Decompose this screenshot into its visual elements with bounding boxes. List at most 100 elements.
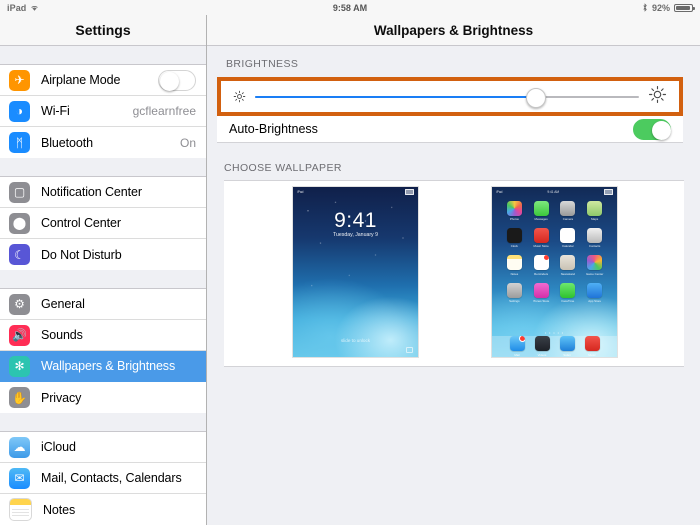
- settings-sidebar: Settings ✈ Airplane Mode ◑ Wi-Fi gcflearnfre…: [0, 15, 207, 525]
- app-label: iTunes Store: [532, 298, 550, 303]
- large-sun-icon: [648, 85, 667, 109]
- auto-brightness-row[interactable]: Auto-Brightness: [217, 116, 683, 143]
- sidebar-group: ⚙ General 🔊 Sounds ✻ Wallpapers & Brightness ✋…: [0, 289, 206, 413]
- flower-icon: ✻: [9, 355, 30, 377]
- sidebar-item-label: Notes: [43, 502, 76, 517]
- sidebar-item-label: Airplane Mode: [41, 73, 121, 87]
- status-bar-right: 92%: [642, 2, 695, 13]
- home-app: Contacts: [581, 228, 608, 248]
- sidebar-item-bluetooth[interactable]: ᛗ Bluetooth On: [0, 127, 206, 158]
- app-label: Music: [588, 352, 596, 357]
- sidebar-item-value: On: [179, 135, 196, 150]
- sidebar-item-control-center[interactable]: ⬤ Control Center: [0, 208, 206, 239]
- home-app: Music Store: [528, 228, 555, 248]
- home-app: Camera: [555, 201, 582, 221]
- bluetooth-icon: ᛗ: [9, 132, 30, 153]
- slider-fill: [255, 95, 536, 98]
- home-app: Clock: [501, 228, 528, 248]
- home-app: iTunes Store: [528, 282, 555, 303]
- sidebar-item-airplane-mode[interactable]: ✈ Airplane Mode: [0, 65, 206, 96]
- sidebar-item-label: Mail, Contacts, Calendars: [41, 471, 182, 485]
- lockscreen-date: Tuesday, January 9: [333, 232, 378, 238]
- notes-icon: [506, 255, 522, 271]
- notes-icon: [9, 498, 32, 521]
- music-store-icon: [533, 228, 549, 244]
- home-app: Reminders: [528, 255, 555, 276]
- app-label: Clock: [510, 244, 518, 249]
- status-bar: iPad 9:58 AM 92%: [0, 0, 700, 15]
- dock-app: Mail: [509, 336, 525, 357]
- sidebar-item-icloud[interactable]: ☁ iCloud: [0, 432, 206, 463]
- sidebar-item-notification-center[interactable]: ▢ Notification Center: [0, 177, 206, 208]
- calendar-icon: [560, 228, 576, 244]
- app-label: App Store: [588, 298, 602, 303]
- sidebar-item-privacy[interactable]: ✋ Privacy: [0, 382, 206, 413]
- speaker-icon: 🔊: [9, 324, 30, 346]
- sidebar-group-separator: [0, 413, 206, 432]
- home-app: Maps: [581, 201, 608, 221]
- sidebar-item-notes[interactable]: Notes: [0, 494, 206, 525]
- app-label: Maps: [591, 217, 599, 222]
- newsstand-icon: [560, 255, 576, 271]
- brightness-slider-row[interactable]: [217, 77, 683, 116]
- cloud-icon: ☁: [9, 436, 30, 458]
- homescreen-battery-icon: [604, 189, 613, 195]
- sidebar-item-label: Privacy: [41, 390, 82, 405]
- safari-icon: [559, 336, 575, 352]
- sidebar-item-do-not-disturb[interactable]: ☾ Do Not Disturb: [0, 239, 206, 270]
- home-screen-wallpaper-thumbnail[interactable]: iPad 9:41 AM Photos Messages Camera Maps Clo…: [492, 187, 617, 357]
- sidebar-title: Settings: [0, 15, 206, 46]
- app-label: Reminders: [534, 271, 549, 276]
- sidebar-group-list: ✈ Airplane Mode ◑ Wi-Fi gcflearnfree ᛗ Bluetoo…: [0, 46, 206, 525]
- hand-icon: ✋: [9, 387, 30, 408]
- auto-brightness-toggle[interactable]: [633, 118, 671, 140]
- sidebar-item-wallpapers-brightness[interactable]: ✻ Wallpapers & Brightness: [0, 351, 206, 382]
- sidebar-item-label: Wallpapers & Brightness: [41, 359, 176, 373]
- slider-thumb[interactable]: [526, 87, 547, 108]
- app-badge: [542, 255, 549, 262]
- sidebar-item-mail-contacts-calendars[interactable]: ✉ Mail, Contacts, Calendars: [0, 463, 206, 494]
- camera-icon: [406, 347, 413, 353]
- bluetooth-icon: [643, 3, 647, 12]
- page-dots: • • • • •: [544, 331, 565, 335]
- reminders-icon: [533, 255, 549, 271]
- sidebar-item-label: Do Not Disturb: [41, 247, 122, 262]
- lockscreen-battery-icon: [405, 189, 414, 195]
- sidebar-group-separator: [0, 270, 206, 289]
- home-app: Notes: [501, 255, 528, 276]
- choose-wallpaper-label: CHOOSE WALLPAPER: [224, 162, 342, 174]
- itunes-store-icon: [533, 282, 549, 298]
- camera-icon: [560, 201, 576, 216]
- home-app: Messages: [528, 201, 555, 221]
- battery-percent: 92%: [651, 2, 670, 13]
- sidebar-group-separator: [0, 46, 206, 65]
- sidebar-group: ✈ Airplane Mode ◑ Wi-Fi gcflearnfree ᛗ Bluetoo…: [0, 65, 206, 158]
- battery-icon: [674, 3, 695, 12]
- app-label: Contacts: [588, 244, 601, 249]
- sidebar-item-sounds[interactable]: 🔊 Sounds: [0, 320, 206, 351]
- messages-icon: [533, 201, 549, 216]
- lockscreen-status-bar: iPad: [297, 189, 414, 195]
- ipad-settings-screen: iPad 9:58 AM 92% Settings ✈ Airplane Mode…: [0, 0, 700, 525]
- lock-screen-wallpaper-thumbnail[interactable]: iPad 9:41 Tuesday, January 9 slide to un…: [293, 187, 418, 357]
- contacts-icon: [587, 228, 603, 244]
- home-app: Settings: [501, 282, 528, 303]
- settings-icon: [506, 282, 522, 298]
- sidebar-item-general[interactable]: ⚙ General: [0, 289, 206, 320]
- auto-brightness-label: Auto-Brightness: [229, 122, 318, 136]
- home-app: Calendar: [555, 228, 582, 248]
- sidebar-item-wi-fi[interactable]: ◑ Wi-Fi gcflearnfree: [0, 96, 206, 127]
- app-label: FaceTime: [561, 298, 575, 303]
- airplane-mode-toggle[interactable]: [158, 69, 196, 91]
- small-sun-icon: [233, 90, 246, 103]
- sidebar-item-label: Sounds: [41, 328, 83, 342]
- home-app: Newsstand: [555, 255, 582, 276]
- sidebar-item-value: gcflearnfree: [132, 104, 196, 118]
- videos-icon: [534, 336, 550, 352]
- brightness-slider[interactable]: [255, 87, 639, 108]
- page-title: Wallpapers & Brightness: [207, 15, 700, 46]
- music-icon: [584, 336, 600, 352]
- app-label: Mail: [514, 352, 520, 357]
- app-label: Messages: [534, 217, 548, 222]
- mail-icon: [509, 336, 525, 352]
